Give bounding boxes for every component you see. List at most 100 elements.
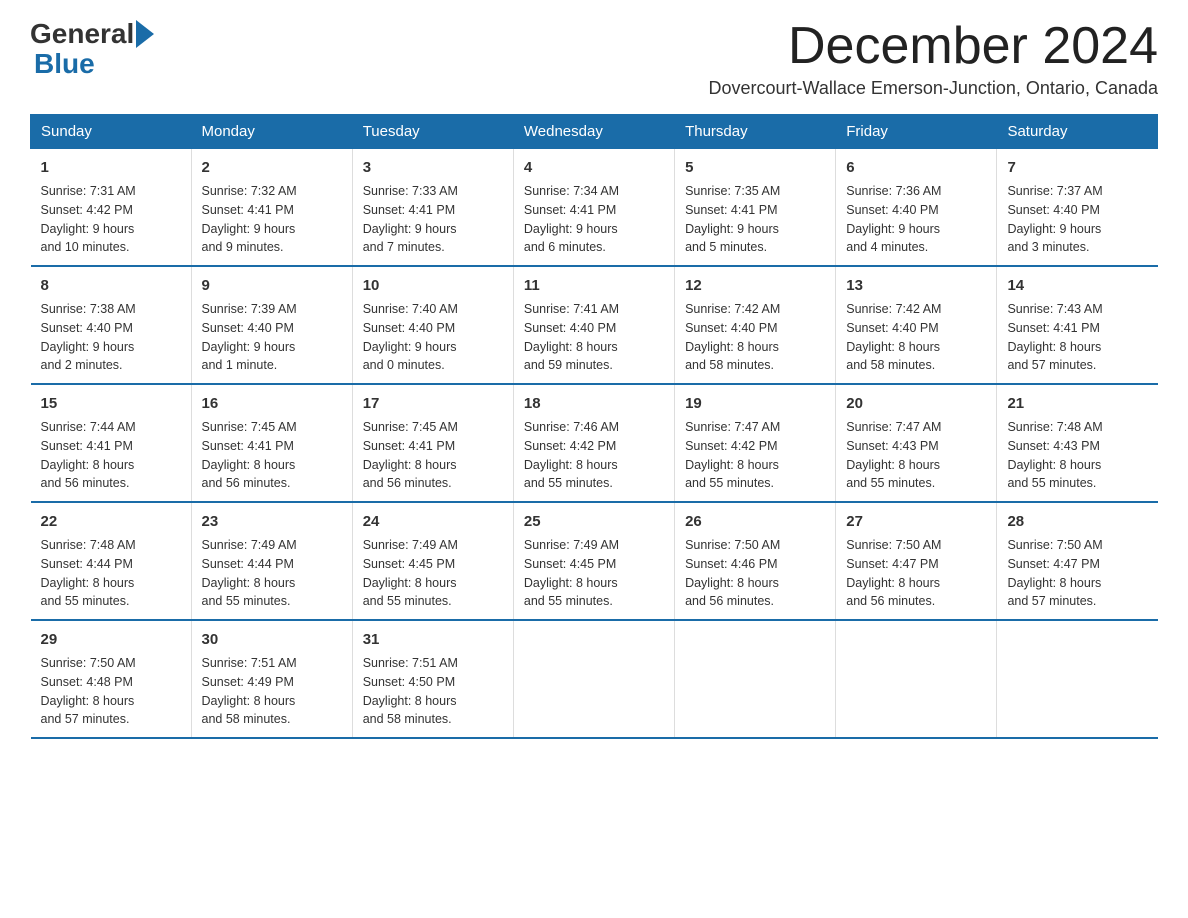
day-info: Sunrise: 7:45 AMSunset: 4:41 PMDaylight:… xyxy=(202,418,342,493)
calendar-cell: 20 Sunrise: 7:47 AMSunset: 4:43 PMDaylig… xyxy=(836,384,997,502)
day-number: 10 xyxy=(363,275,503,296)
day-number: 4 xyxy=(524,157,664,178)
day-number: 11 xyxy=(524,275,664,296)
day-number: 23 xyxy=(202,511,342,532)
calendar-cell: 19 Sunrise: 7:47 AMSunset: 4:42 PMDaylig… xyxy=(675,384,836,502)
calendar-week-1: 1 Sunrise: 7:31 AMSunset: 4:42 PMDayligh… xyxy=(31,149,1158,267)
day-number: 17 xyxy=(363,393,503,414)
day-info: Sunrise: 7:32 AMSunset: 4:41 PMDaylight:… xyxy=(202,182,342,257)
day-info: Sunrise: 7:51 AMSunset: 4:49 PMDaylight:… xyxy=(202,654,342,729)
header-friday: Friday xyxy=(836,115,997,149)
day-info: Sunrise: 7:48 AMSunset: 4:44 PMDaylight:… xyxy=(41,536,181,611)
calendar-cell: 25 Sunrise: 7:49 AMSunset: 4:45 PMDaylig… xyxy=(513,502,674,620)
day-number: 18 xyxy=(524,393,664,414)
day-info: Sunrise: 7:50 AMSunset: 4:46 PMDaylight:… xyxy=(685,536,825,611)
header-sunday: Sunday xyxy=(31,115,192,149)
day-number: 1 xyxy=(41,157,181,178)
calendar-cell: 4 Sunrise: 7:34 AMSunset: 4:41 PMDayligh… xyxy=(513,149,674,267)
header-monday: Monday xyxy=(191,115,352,149)
calendar-cell: 26 Sunrise: 7:50 AMSunset: 4:46 PMDaylig… xyxy=(675,502,836,620)
day-number: 22 xyxy=(41,511,181,532)
calendar-cell: 30 Sunrise: 7:51 AMSunset: 4:49 PMDaylig… xyxy=(191,620,352,738)
calendar-week-4: 22 Sunrise: 7:48 AMSunset: 4:44 PMDaylig… xyxy=(31,502,1158,620)
day-info: Sunrise: 7:49 AMSunset: 4:44 PMDaylight:… xyxy=(202,536,342,611)
day-number: 29 xyxy=(41,629,181,650)
logo: General Blue xyxy=(30,20,156,80)
day-info: Sunrise: 7:34 AMSunset: 4:41 PMDaylight:… xyxy=(524,182,664,257)
day-info: Sunrise: 7:48 AMSunset: 4:43 PMDaylight:… xyxy=(1007,418,1147,493)
day-number: 14 xyxy=(1007,275,1147,296)
day-info: Sunrise: 7:31 AMSunset: 4:42 PMDaylight:… xyxy=(41,182,181,257)
day-number: 26 xyxy=(685,511,825,532)
calendar-cell: 6 Sunrise: 7:36 AMSunset: 4:40 PMDayligh… xyxy=(836,149,997,267)
calendar-table: SundayMondayTuesdayWednesdayThursdayFrid… xyxy=(30,114,1158,739)
day-info: Sunrise: 7:42 AMSunset: 4:40 PMDaylight:… xyxy=(846,300,986,375)
logo-blue: Blue xyxy=(34,48,95,79)
day-number: 8 xyxy=(41,275,181,296)
calendar-header-row: SundayMondayTuesdayWednesdayThursdayFrid… xyxy=(31,115,1158,149)
day-info: Sunrise: 7:49 AMSunset: 4:45 PMDaylight:… xyxy=(524,536,664,611)
day-info: Sunrise: 7:50 AMSunset: 4:47 PMDaylight:… xyxy=(846,536,986,611)
header-tuesday: Tuesday xyxy=(352,115,513,149)
day-number: 5 xyxy=(685,157,825,178)
calendar-cell: 27 Sunrise: 7:50 AMSunset: 4:47 PMDaylig… xyxy=(836,502,997,620)
calendar-cell: 3 Sunrise: 7:33 AMSunset: 4:41 PMDayligh… xyxy=(352,149,513,267)
calendar-week-3: 15 Sunrise: 7:44 AMSunset: 4:41 PMDaylig… xyxy=(31,384,1158,502)
day-number: 20 xyxy=(846,393,986,414)
day-number: 30 xyxy=(202,629,342,650)
day-info: Sunrise: 7:36 AMSunset: 4:40 PMDaylight:… xyxy=(846,182,986,257)
calendar-cell: 16 Sunrise: 7:45 AMSunset: 4:41 PMDaylig… xyxy=(191,384,352,502)
calendar-cell: 31 Sunrise: 7:51 AMSunset: 4:50 PMDaylig… xyxy=(352,620,513,738)
day-info: Sunrise: 7:42 AMSunset: 4:40 PMDaylight:… xyxy=(685,300,825,375)
day-info: Sunrise: 7:50 AMSunset: 4:47 PMDaylight:… xyxy=(1007,536,1147,611)
day-number: 2 xyxy=(202,157,342,178)
calendar-cell: 18 Sunrise: 7:46 AMSunset: 4:42 PMDaylig… xyxy=(513,384,674,502)
title-section: December 2024 Dovercourt-Wallace Emerson… xyxy=(708,20,1158,99)
day-number: 25 xyxy=(524,511,664,532)
day-number: 31 xyxy=(363,629,503,650)
calendar-cell: 29 Sunrise: 7:50 AMSunset: 4:48 PMDaylig… xyxy=(31,620,192,738)
calendar-cell xyxy=(997,620,1158,738)
calendar-cell: 5 Sunrise: 7:35 AMSunset: 4:41 PMDayligh… xyxy=(675,149,836,267)
day-number: 16 xyxy=(202,393,342,414)
day-number: 12 xyxy=(685,275,825,296)
calendar-cell: 14 Sunrise: 7:43 AMSunset: 4:41 PMDaylig… xyxy=(997,266,1158,384)
location-subtitle: Dovercourt-Wallace Emerson-Junction, Ont… xyxy=(708,78,1158,99)
calendar-cell xyxy=(836,620,997,738)
calendar-cell: 2 Sunrise: 7:32 AMSunset: 4:41 PMDayligh… xyxy=(191,149,352,267)
day-info: Sunrise: 7:47 AMSunset: 4:42 PMDaylight:… xyxy=(685,418,825,493)
day-info: Sunrise: 7:43 AMSunset: 4:41 PMDaylight:… xyxy=(1007,300,1147,375)
day-number: 9 xyxy=(202,275,342,296)
calendar-cell: 22 Sunrise: 7:48 AMSunset: 4:44 PMDaylig… xyxy=(31,502,192,620)
day-number: 6 xyxy=(846,157,986,178)
day-info: Sunrise: 7:45 AMSunset: 4:41 PMDaylight:… xyxy=(363,418,503,493)
day-info: Sunrise: 7:44 AMSunset: 4:41 PMDaylight:… xyxy=(41,418,181,493)
day-info: Sunrise: 7:50 AMSunset: 4:48 PMDaylight:… xyxy=(41,654,181,729)
calendar-cell: 11 Sunrise: 7:41 AMSunset: 4:40 PMDaylig… xyxy=(513,266,674,384)
header-saturday: Saturday xyxy=(997,115,1158,149)
day-info: Sunrise: 7:46 AMSunset: 4:42 PMDaylight:… xyxy=(524,418,664,493)
day-info: Sunrise: 7:49 AMSunset: 4:45 PMDaylight:… xyxy=(363,536,503,611)
calendar-cell: 21 Sunrise: 7:48 AMSunset: 4:43 PMDaylig… xyxy=(997,384,1158,502)
day-info: Sunrise: 7:41 AMSunset: 4:40 PMDaylight:… xyxy=(524,300,664,375)
day-number: 13 xyxy=(846,275,986,296)
calendar-cell xyxy=(513,620,674,738)
calendar-week-5: 29 Sunrise: 7:50 AMSunset: 4:48 PMDaylig… xyxy=(31,620,1158,738)
calendar-cell: 24 Sunrise: 7:49 AMSunset: 4:45 PMDaylig… xyxy=(352,502,513,620)
logo-arrow-icon xyxy=(136,20,154,48)
calendar-cell: 10 Sunrise: 7:40 AMSunset: 4:40 PMDaylig… xyxy=(352,266,513,384)
day-number: 28 xyxy=(1007,511,1147,532)
day-number: 7 xyxy=(1007,157,1147,178)
calendar-cell: 13 Sunrise: 7:42 AMSunset: 4:40 PMDaylig… xyxy=(836,266,997,384)
day-number: 3 xyxy=(363,157,503,178)
calendar-week-2: 8 Sunrise: 7:38 AMSunset: 4:40 PMDayligh… xyxy=(31,266,1158,384)
day-info: Sunrise: 7:39 AMSunset: 4:40 PMDaylight:… xyxy=(202,300,342,375)
day-info: Sunrise: 7:35 AMSunset: 4:41 PMDaylight:… xyxy=(685,182,825,257)
day-info: Sunrise: 7:33 AMSunset: 4:41 PMDaylight:… xyxy=(363,182,503,257)
calendar-cell: 15 Sunrise: 7:44 AMSunset: 4:41 PMDaylig… xyxy=(31,384,192,502)
calendar-cell: 12 Sunrise: 7:42 AMSunset: 4:40 PMDaylig… xyxy=(675,266,836,384)
day-number: 19 xyxy=(685,393,825,414)
day-info: Sunrise: 7:38 AMSunset: 4:40 PMDaylight:… xyxy=(41,300,181,375)
day-info: Sunrise: 7:37 AMSunset: 4:40 PMDaylight:… xyxy=(1007,182,1147,257)
calendar-cell xyxy=(675,620,836,738)
